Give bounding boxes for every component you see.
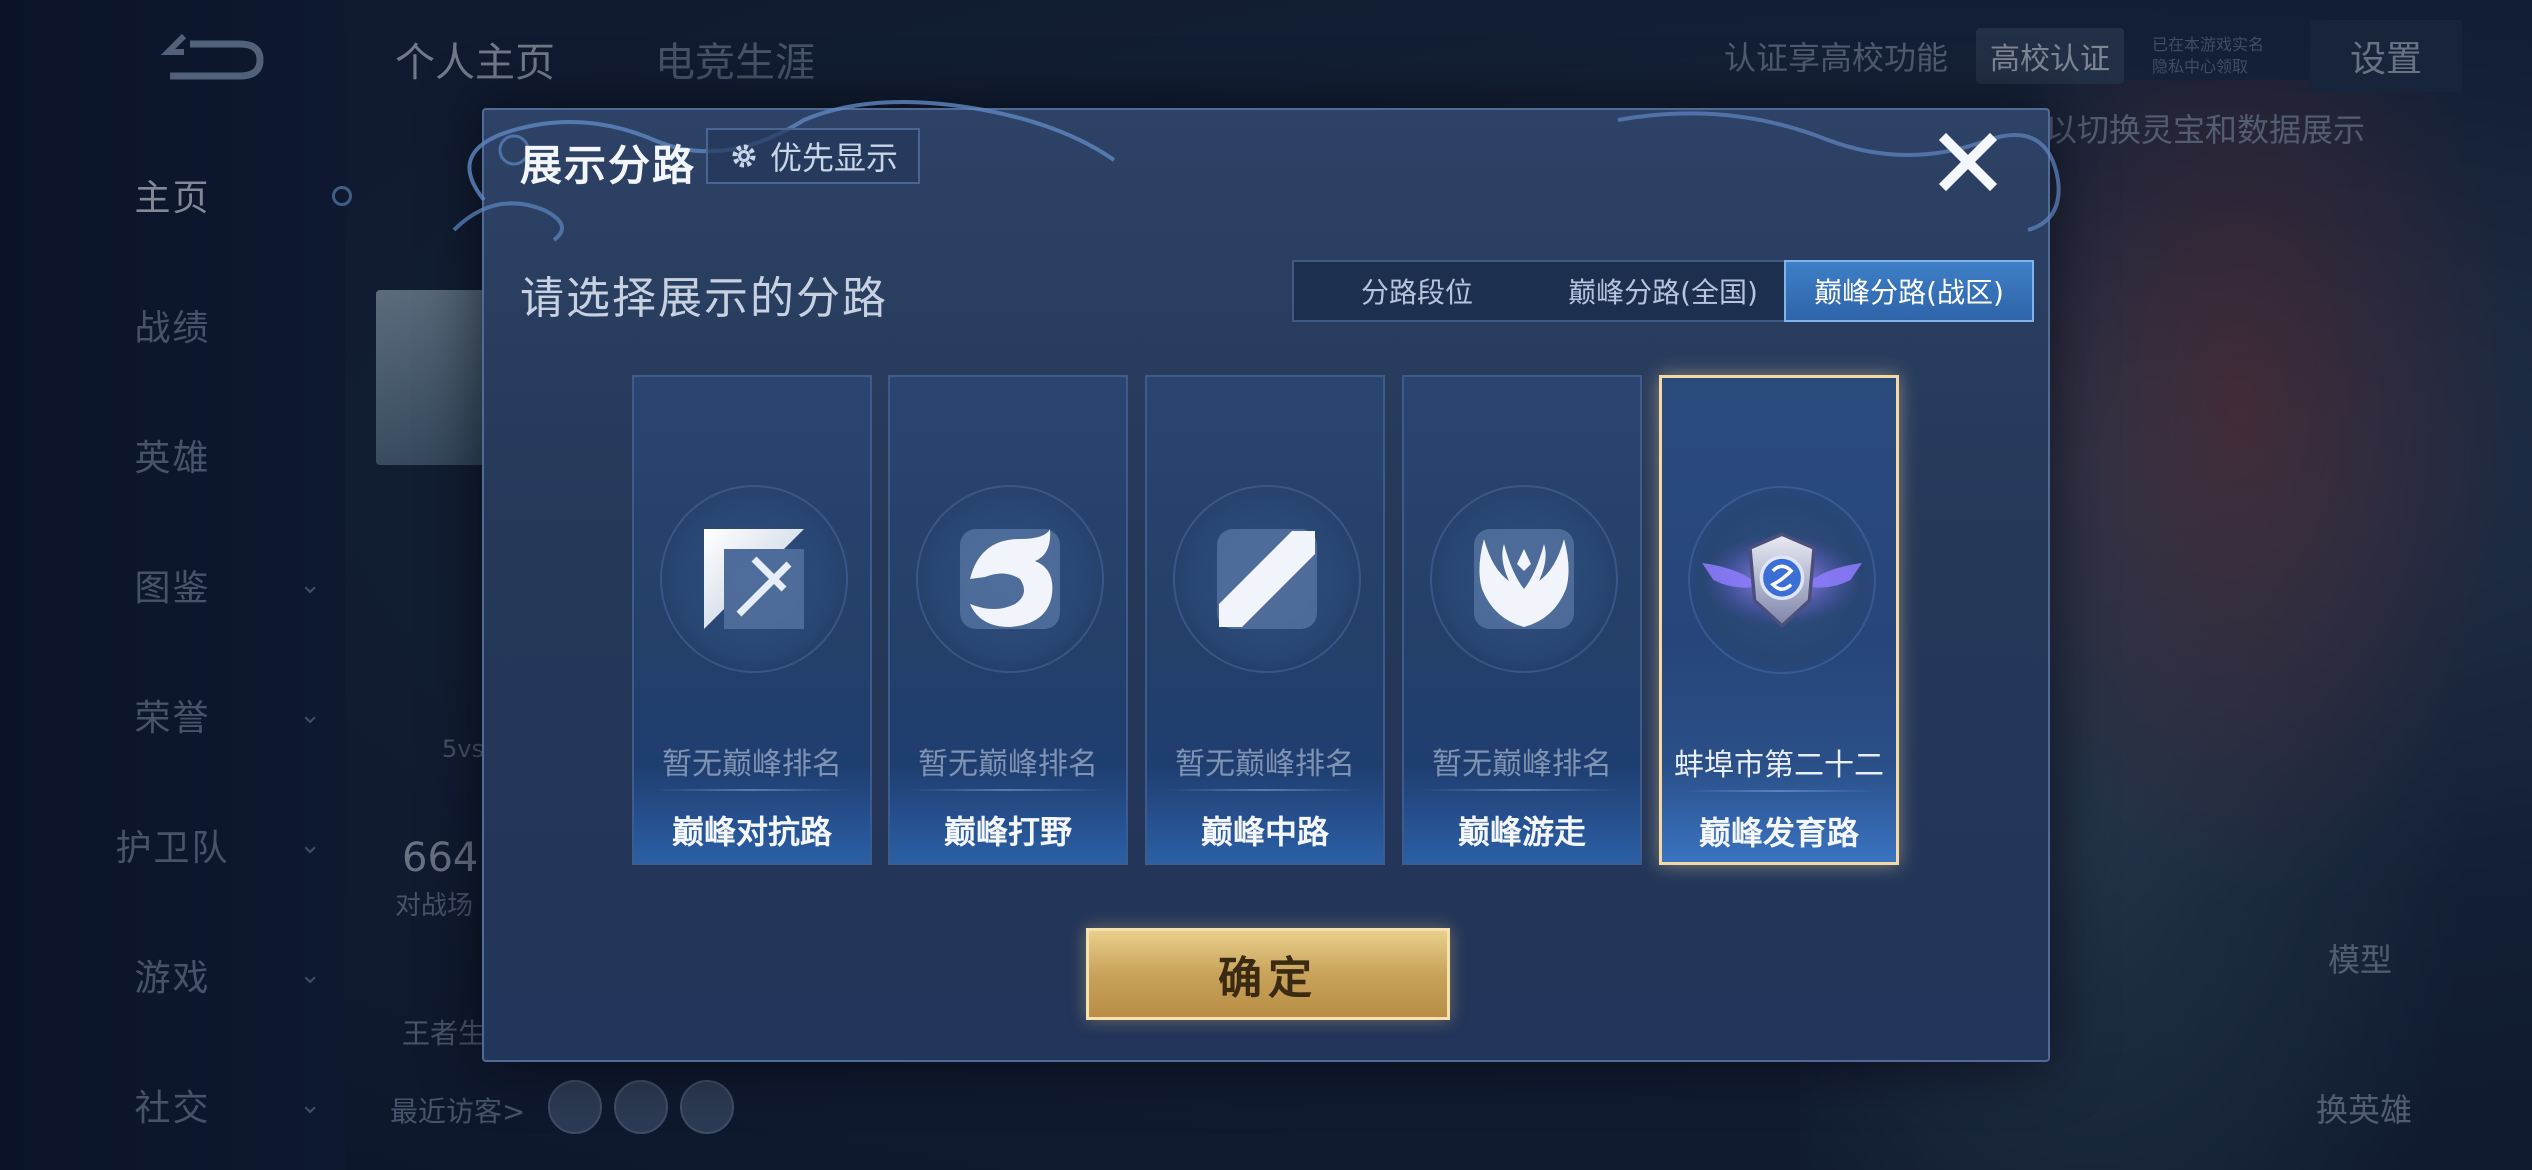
lane-card-list: 暂无巅峰排名 巅峰对抗路 暂无巅峰排名 巅峰打野 暂无巅峰排名 巅峰中路 暂无巅… bbox=[632, 375, 1899, 865]
dialog-subtitle: 请选择展示的分路 bbox=[520, 273, 888, 324]
roam-wings-icon bbox=[1474, 529, 1574, 629]
lane-type-segmented-control: 分路段位 巅峰分路(全国) 巅峰分路(战区) bbox=[1292, 260, 2034, 322]
rank-text: 暂无巅峰排名 bbox=[662, 747, 842, 782]
rank-text: 暂无巅峰排名 bbox=[918, 747, 1098, 782]
clash-lane-icon bbox=[704, 529, 804, 629]
winged-shield-badge-icon bbox=[1702, 532, 1862, 629]
lane-name: 巅峰发育路 bbox=[1698, 814, 1859, 852]
priority-display-button[interactable]: 优先显示 bbox=[706, 128, 921, 184]
lane-name: 巅峰中路 bbox=[1200, 813, 1329, 851]
segment-peak-national[interactable]: 巅峰分路(全国) bbox=[1540, 262, 1786, 320]
rank-text: 暂无巅峰排名 bbox=[1175, 747, 1355, 782]
lane-name: 巅峰打野 bbox=[943, 813, 1072, 851]
divider bbox=[1682, 790, 1876, 792]
lane-name: 巅峰对抗路 bbox=[671, 813, 832, 851]
divider bbox=[654, 789, 850, 791]
segment-peak-region[interactable]: 巅峰分路(战区) bbox=[1784, 260, 2034, 322]
dialog-title: 展示分路 bbox=[520, 141, 697, 190]
segment-lane-rank[interactable]: 分路段位 bbox=[1294, 262, 1540, 320]
close-icon bbox=[1938, 132, 1998, 192]
rank-text: 蚌埠市第二十二 bbox=[1674, 748, 1884, 783]
confirm-button[interactable]: 确定 bbox=[1086, 928, 1450, 1020]
mid-lane-icon bbox=[1217, 529, 1317, 629]
lane-card-roam[interactable]: 暂无巅峰排名 巅峰游走 bbox=[1402, 375, 1642, 865]
lane-card-farm[interactable]: 蚌埠市第二十二 巅峰发育路 bbox=[1659, 375, 1899, 865]
divider bbox=[1424, 789, 1620, 791]
lane-name: 巅峰游走 bbox=[1457, 813, 1586, 851]
lane-card-jungle[interactable]: 暂无巅峰排名 巅峰打野 bbox=[888, 375, 1128, 865]
jungle-dragon-icon bbox=[960, 529, 1060, 629]
lane-card-mid[interactable]: 暂无巅峰排名 巅峰中路 bbox=[1145, 375, 1385, 865]
divider bbox=[1167, 789, 1363, 791]
close-button[interactable] bbox=[1934, 128, 2002, 196]
lane-card-top[interactable]: 暂无巅峰排名 巅峰对抗路 bbox=[632, 375, 872, 865]
rank-text: 暂无巅峰排名 bbox=[1432, 747, 1612, 782]
priority-display-label: 优先显示 bbox=[770, 139, 899, 177]
divider bbox=[910, 789, 1106, 791]
lane-display-dialog: 展示分路 优先显示 请选择展示的分路 分路段位 巅峰分路(全国) 巅峰分路(战区… bbox=[452, 100, 2061, 1062]
gear-icon bbox=[732, 144, 756, 168]
